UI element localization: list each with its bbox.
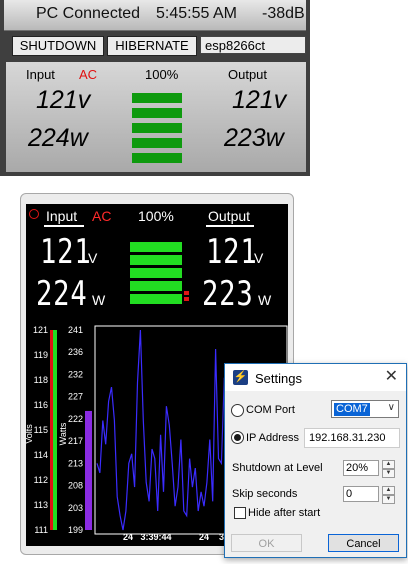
volts-level-green xyxy=(53,330,57,530)
volts-tick-label: 113 xyxy=(34,500,48,510)
cancel-button[interactable]: Cancel xyxy=(328,534,399,552)
input-label: Input xyxy=(26,67,55,82)
top-status-panel: PC Connected 5:45:55 AM -38dB SHUTDOWN H… xyxy=(0,0,310,176)
watts-tick-label: 232 xyxy=(68,369,83,379)
watt-unit: W xyxy=(92,292,106,308)
output-voltage-digits: 121 xyxy=(206,232,258,272)
volt-unit: V xyxy=(254,250,264,266)
status-bar: PC Connected 5:45:55 AM -38dB xyxy=(4,0,306,31)
x-tick-label: 24 xyxy=(199,532,209,542)
skip-seconds-label: Skip seconds xyxy=(232,488,298,500)
output-label: Output xyxy=(208,208,251,224)
battery-level-bar xyxy=(130,281,182,291)
watts-tick-label: 217 xyxy=(68,436,83,446)
connection-status: PC Connected xyxy=(36,5,141,22)
alarm-indicator xyxy=(184,297,189,301)
input-voltage: 121v xyxy=(36,86,91,114)
watts-axis-title: Watts xyxy=(58,422,68,445)
power-status-icon xyxy=(29,209,39,219)
shutdown-level-stepper[interactable]: ▲ ▼ xyxy=(382,460,395,478)
volts-tick-label: 112 xyxy=(34,475,48,485)
watts-tick-label: 236 xyxy=(68,347,83,357)
com-port-select[interactable]: COM7 ∨ xyxy=(331,400,399,418)
x-tick-label: 3:39:44 xyxy=(140,532,171,542)
com-port-value: COM7 xyxy=(334,403,370,416)
hide-after-start-label: Hide after start xyxy=(248,507,321,519)
app-icon: ⚡ xyxy=(233,370,248,385)
alarm-indicator xyxy=(184,291,189,295)
battery-level-bar xyxy=(130,294,182,304)
output-watts-digits: 223 xyxy=(202,274,254,314)
volts-tick-label: 114 xyxy=(34,450,48,460)
battery-percent: 100% xyxy=(138,208,174,224)
battery-level-bar xyxy=(132,123,182,133)
battery-percent: 100% xyxy=(145,67,179,82)
output-watts: 223w xyxy=(224,124,284,152)
battery-level-bar xyxy=(130,255,182,265)
ac-indicator: AC xyxy=(92,208,112,224)
volts-tick-label: 111 xyxy=(34,525,48,535)
shutdown-level-field[interactable]: 20% xyxy=(343,460,379,476)
volts-tick-label: 116 xyxy=(34,400,48,410)
hide-after-start-checkbox[interactable] xyxy=(234,507,246,519)
input-underline xyxy=(44,225,84,227)
watts-level-bar xyxy=(85,410,92,530)
output-voltage: 121v xyxy=(232,86,287,114)
stepper-down-icon[interactable]: ▼ xyxy=(382,469,395,478)
watts-tick-label: 227 xyxy=(68,392,83,402)
watt-unit: W xyxy=(258,292,272,308)
output-label: Output xyxy=(228,67,268,82)
volts-tick-label: 118 xyxy=(34,375,48,385)
battery-level-bar xyxy=(132,138,182,148)
watts-tick-label: 241 xyxy=(68,325,83,335)
input-label: Input xyxy=(46,208,78,224)
host-name-field[interactable]: esp8266ct xyxy=(200,36,306,54)
stepper-up-icon[interactable]: ▲ xyxy=(382,486,395,495)
ip-address-label: IP Address xyxy=(246,432,299,444)
watts-tick-label: 203 xyxy=(68,503,83,513)
battery-level-bar xyxy=(132,153,182,163)
x-tick-label: 24 xyxy=(123,532,133,542)
hibernate-button[interactable]: HIBERNATE xyxy=(107,36,197,56)
volts-tick-label: 121 xyxy=(33,325,48,335)
volts-level-red xyxy=(50,330,53,530)
battery-level-bar xyxy=(132,93,182,103)
watts-tick-label: 208 xyxy=(68,481,83,491)
watts-tick-label: 222 xyxy=(68,414,83,424)
skip-seconds-field[interactable]: 0 xyxy=(343,486,379,502)
settings-dialog: ⚡ Settings ✕ COM Port COM7 ∨ IP Address … xyxy=(224,363,407,558)
chevron-down-icon: ∨ xyxy=(387,402,395,413)
signal-strength: -38dB xyxy=(262,5,305,22)
dialog-title: Settings xyxy=(255,371,302,386)
input-watts: 224w xyxy=(28,124,88,152)
stepper-down-icon[interactable]: ▼ xyxy=(382,495,395,504)
battery-level-bar xyxy=(130,268,182,278)
watts-tick-label: 213 xyxy=(68,458,83,468)
dialog-titlebar[interactable]: ⚡ Settings ✕ xyxy=(225,364,406,391)
input-voltage-digits: 121 xyxy=(40,232,92,272)
battery-level-bar xyxy=(130,242,182,252)
watts-tick-label: 199 xyxy=(68,525,83,535)
stepper-up-icon[interactable]: ▲ xyxy=(382,460,395,469)
com-port-label: COM Port xyxy=(246,404,295,416)
ok-button[interactable]: OK xyxy=(231,534,302,552)
battery-level-bar xyxy=(132,108,182,118)
ac-indicator: AC xyxy=(79,67,98,82)
volts-tick-label: 119 xyxy=(34,350,48,360)
shutdown-button[interactable]: SHUTDOWN xyxy=(12,36,104,56)
com-port-radio[interactable] xyxy=(231,404,244,417)
close-icon[interactable]: ✕ xyxy=(385,368,398,386)
input-watts-digits: 224 xyxy=(36,274,88,314)
shutdown-level-label: Shutdown at Level xyxy=(232,462,323,474)
output-underline xyxy=(206,225,254,227)
ip-address-field[interactable]: 192.168.31.230 xyxy=(304,428,400,448)
ip-address-radio[interactable] xyxy=(231,431,244,444)
volts-tick-label: 115 xyxy=(34,425,48,435)
power-readout-panel: Input AC 100% Output 121v 224w 121v 223w xyxy=(6,62,306,172)
skip-seconds-stepper[interactable]: ▲ ▼ xyxy=(382,486,395,504)
volt-unit: V xyxy=(88,250,98,266)
clock-time: 5:45:55 AM xyxy=(156,5,237,22)
